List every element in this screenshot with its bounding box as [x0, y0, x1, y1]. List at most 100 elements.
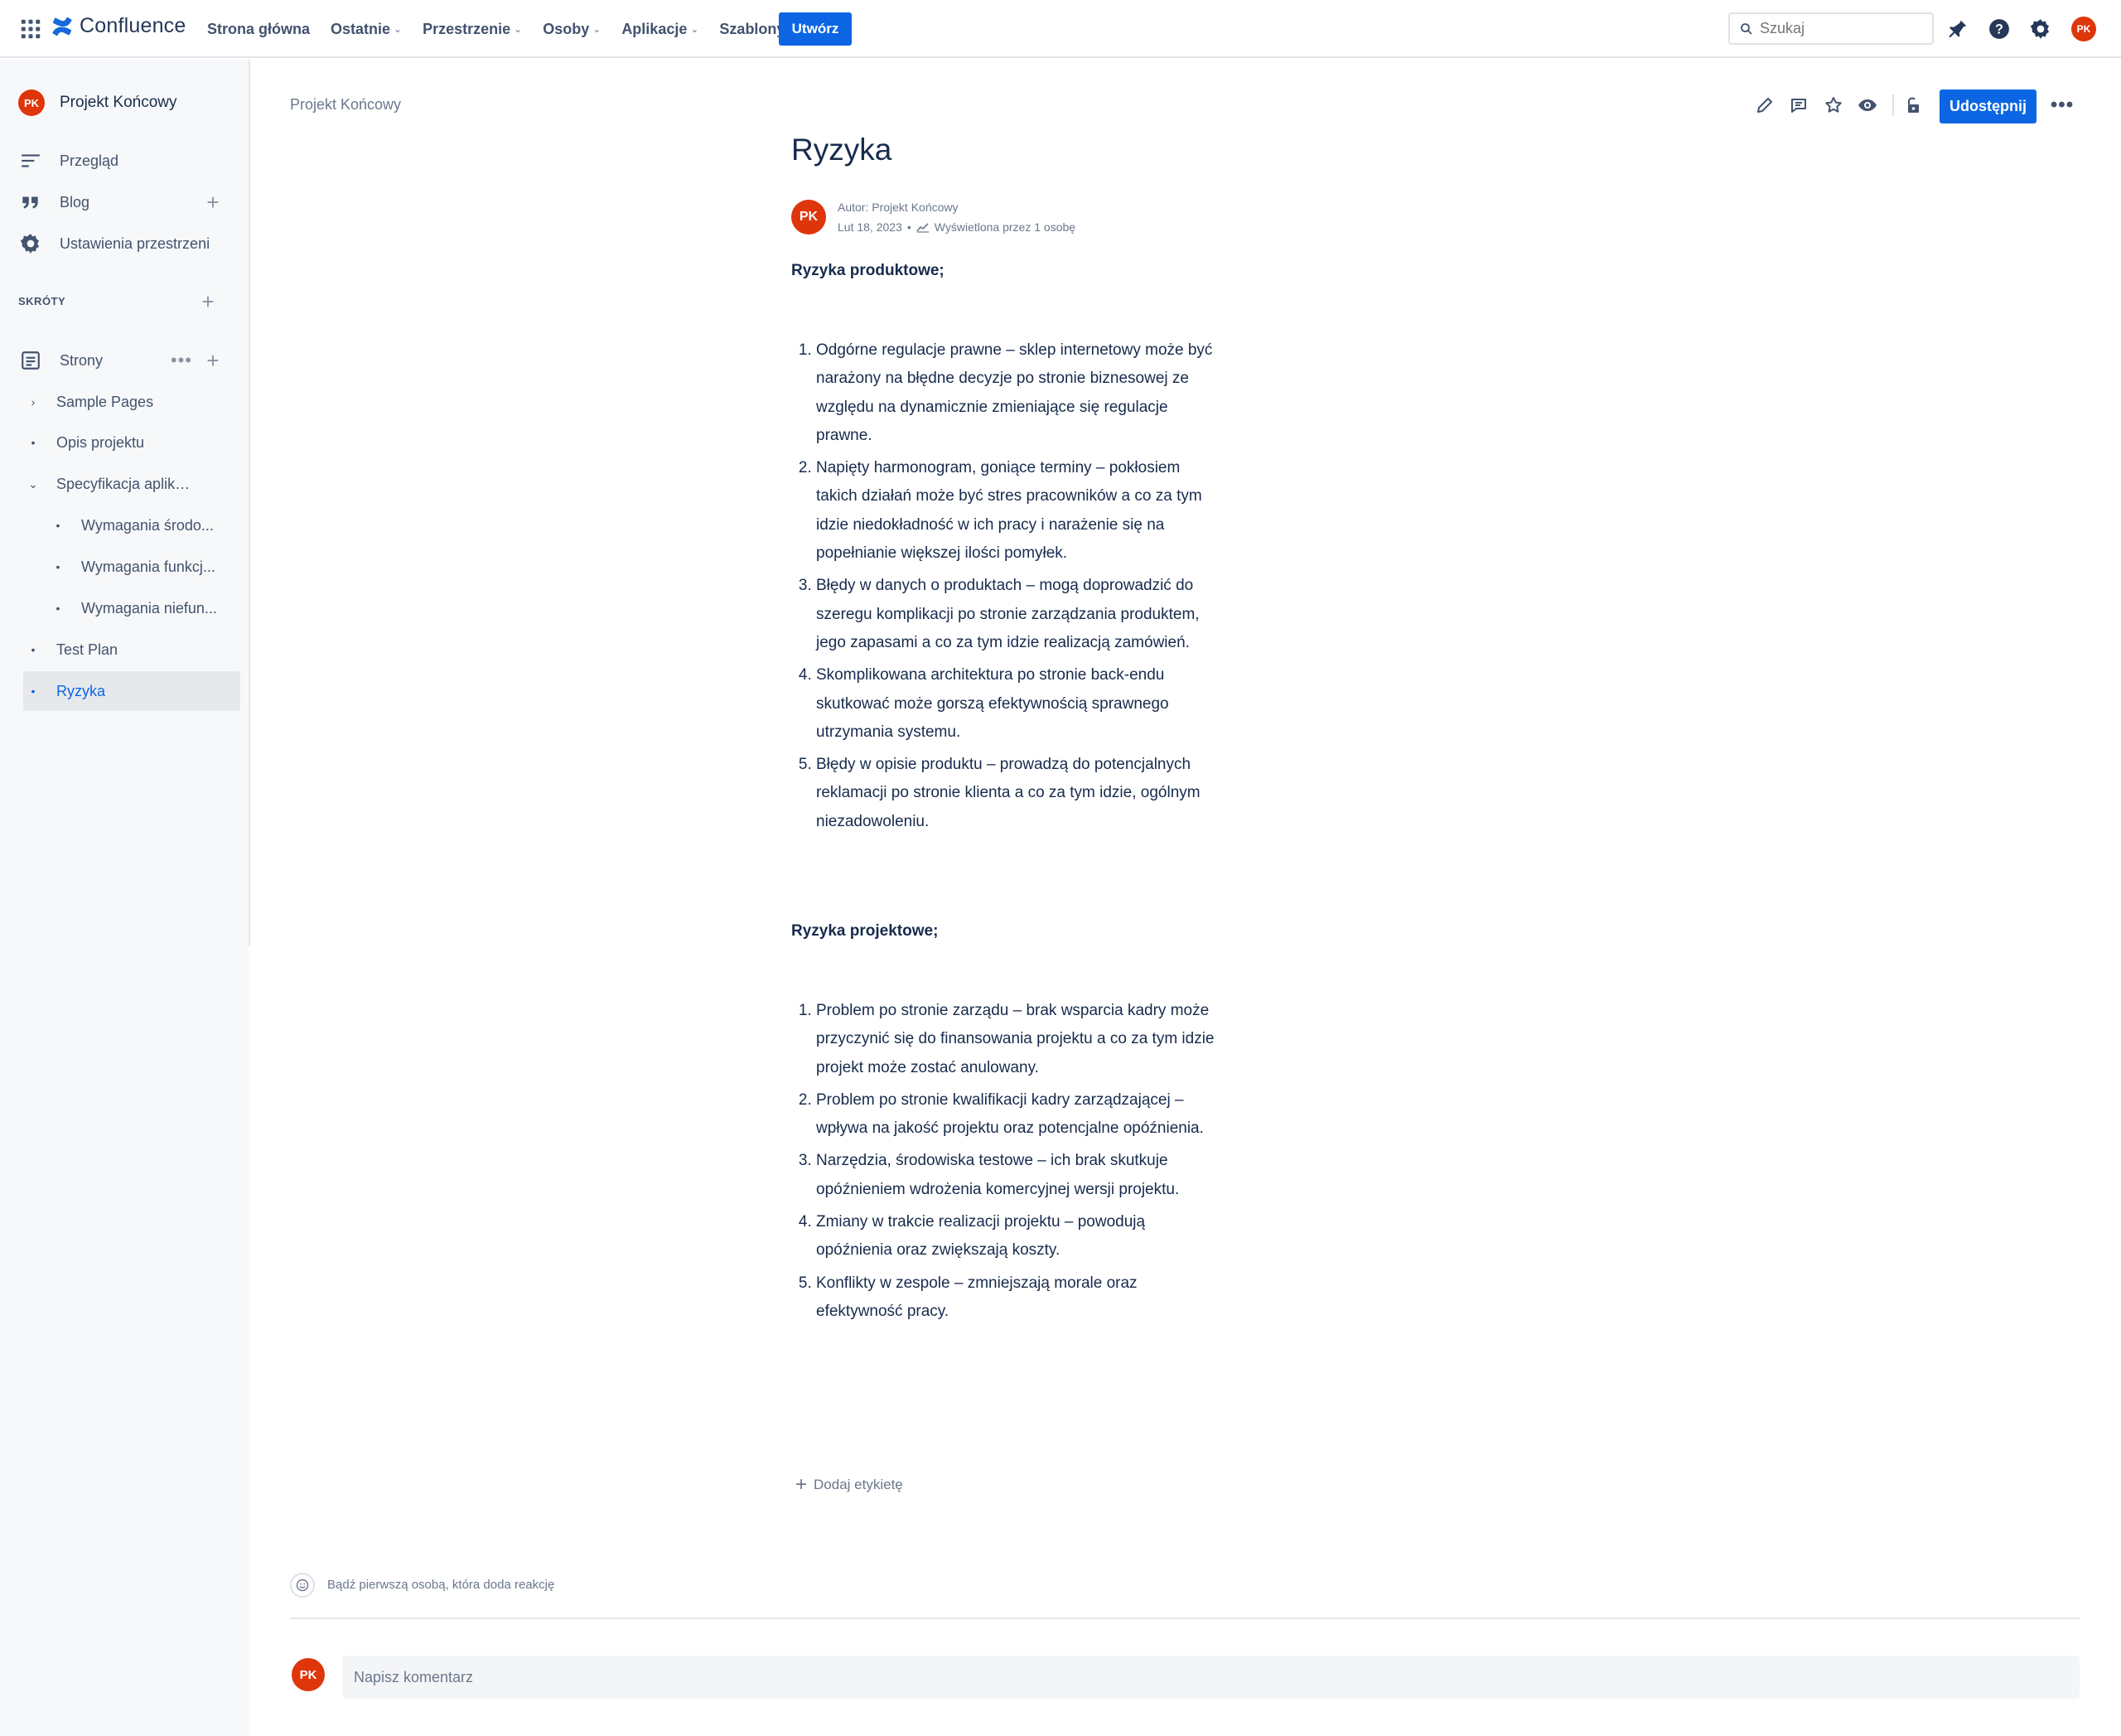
search-icon	[1741, 22, 1752, 35]
plus-icon: +	[795, 1473, 808, 1496]
tree-item-test-plan[interactable]: • Test Plan	[23, 630, 240, 670]
search-input[interactable]	[1760, 20, 1917, 37]
nav-recent[interactable]: Ostatnie ⌄	[331, 21, 402, 38]
more-options-icon[interactable]: •••	[2050, 93, 2075, 118]
shortcuts-label: SKRÓTY	[18, 295, 66, 307]
list-item: Konflikty w zespole – zmniejszają morale…	[816, 1269, 1222, 1327]
confluence-logo[interactable]: Confluence	[51, 14, 186, 38]
sidebar-item-overview[interactable]: Przegląd	[18, 144, 240, 177]
list-item: Problem po stronie zarządu – brak wsparc…	[816, 997, 1222, 1082]
top-navigation: Confluence Strona główna Ostatnie ⌄ Przes…	[0, 0, 2121, 58]
tree-item-wymagania-funkcjonalne[interactable]: • Wymagania funkcj...	[48, 547, 240, 587]
tree-item-label: Specyfikacja aplikacji	[56, 475, 197, 492]
tree-item-label: Sample Pages	[56, 393, 154, 410]
share-button[interactable]: Udostępnij	[1940, 89, 2036, 123]
list-item: Narzędzia, środowiska testowe – ich brak…	[816, 1147, 1222, 1204]
space-header[interactable]: PK Projekt Końcowy	[18, 89, 177, 116]
main-menu: Strona główna Ostatnie ⌄ Przestrzenie ⌄ Os…	[207, 0, 805, 58]
star-icon[interactable]	[1821, 93, 1846, 118]
divider	[290, 1618, 2080, 1619]
tree-item-ryzyka[interactable]: • Ryzyka	[23, 671, 240, 711]
chevron-right-icon[interactable]: ›	[23, 395, 43, 409]
space-name: Projekt Końcowy	[60, 94, 177, 111]
overview-icon	[18, 148, 43, 173]
project-risks-list: Problem po stronie zarządu – brak wsparc…	[791, 997, 1222, 1330]
watch-eye-icon[interactable]	[1855, 93, 1880, 118]
add-page-icon[interactable]: +	[204, 350, 222, 371]
quote-icon	[18, 190, 43, 215]
nav-home-label: Strona główna	[207, 20, 311, 37]
notifications-icon[interactable]	[1945, 17, 1970, 41]
author-avatar[interactable]: PK	[791, 200, 826, 235]
tree-item-opis-projektu[interactable]: • Opis projektu	[23, 423, 240, 462]
create-button[interactable]: Utwórz	[779, 12, 852, 46]
sidebar-item-label: Ustawienia przestrzeni	[60, 235, 210, 252]
nav-home[interactable]: Strona główna	[207, 21, 310, 38]
app-switcher-icon[interactable]	[18, 17, 43, 41]
project-risks-heading: Ryzyka projektowe;	[791, 922, 939, 940]
tree-item-sample-pages[interactable]: › Sample Pages	[23, 382, 240, 422]
sidebar-item-blog[interactable]: Blog +	[18, 186, 240, 219]
analytics-icon	[916, 223, 929, 233]
tree-item-label: Test Plan	[56, 641, 118, 658]
list-item: Problem po stronie kwalifikacji kadry za…	[816, 1086, 1222, 1144]
help-icon[interactable]: ?	[1987, 17, 2012, 41]
separator-dot: •	[906, 220, 911, 234]
space-avatar: PK	[18, 89, 45, 116]
bullet-icon: •	[31, 684, 36, 698]
tree-item-label: Wymagania środo...	[81, 516, 214, 534]
user-avatar[interactable]: PK	[2071, 17, 2096, 41]
nav-templates-label: Szablony	[719, 20, 785, 37]
nav-spaces[interactable]: Przestrzenie ⌄	[423, 21, 522, 38]
bullet-icon: •	[31, 643, 36, 656]
action-divider	[1892, 94, 1894, 116]
nav-people-label: Osoby	[543, 20, 590, 37]
settings-gear-icon[interactable]	[2028, 17, 2053, 41]
product-risks-heading: Ryzyka produktowe;	[791, 262, 945, 279]
add-shortcut-button[interactable]: +	[194, 285, 227, 318]
sidebar: PK Projekt Końcowy Przegląd Blog + Ustaw…	[0, 60, 249, 1736]
page-byline: PK Autor: Projekt Końcowy Lut 18, 2023 •…	[791, 197, 1075, 237]
page-title: Ryzyka	[791, 133, 892, 167]
restrictions-lock-icon[interactable]	[1901, 93, 1925, 118]
add-blog-icon[interactable]: +	[204, 191, 222, 213]
chevron-down-icon[interactable]: ⌄	[23, 477, 43, 491]
tree-item-label: Wymagania niefun...	[81, 599, 217, 617]
gear-icon	[18, 231, 43, 256]
commenter-avatar: PK	[292, 1658, 325, 1691]
nav-apps[interactable]: Aplikacje ⌄	[621, 21, 698, 38]
search-box[interactable]	[1728, 12, 1934, 45]
nav-people[interactable]: Osoby ⌄	[543, 21, 601, 38]
breadcrumb[interactable]: Projekt Końcowy	[290, 96, 401, 114]
sidebar-resize-handle[interactable]	[249, 60, 250, 946]
edit-pencil-icon[interactable]	[1752, 93, 1777, 118]
add-reaction-button[interactable]	[290, 1573, 315, 1598]
pages-icon	[18, 348, 43, 373]
list-item: Odgórne regulacje prawne – sklep interne…	[816, 336, 1222, 450]
nav-recent-label: Ostatnie	[331, 20, 391, 37]
sidebar-item-label: Strony	[60, 351, 104, 369]
comment-icon[interactable]	[1786, 93, 1811, 118]
more-actions-icon[interactable]: •••	[171, 350, 192, 371]
tree-item-wymagania-srodowiskowe[interactable]: • Wymagania środo...	[48, 505, 240, 545]
product-risks-list: Odgórne regulacje prawne – sklep interne…	[791, 336, 1222, 840]
confluence-logo-icon	[52, 17, 72, 36]
bullet-icon: •	[56, 519, 60, 532]
tree-item-wymagania-niefunkcjonalne[interactable]: • Wymagania niefun...	[48, 588, 240, 628]
bullet-icon: •	[56, 602, 60, 615]
app-name: Confluence	[80, 14, 186, 37]
sidebar-item-space-settings[interactable]: Ustawienia przestrzeni	[18, 227, 240, 260]
byline-meta: Lut 18, 2023 • Wyświetlona przez 1 osobę	[838, 217, 1075, 237]
page-views[interactable]: Wyświetlona przez 1 osobę	[935, 217, 1075, 237]
plus-icon: +	[201, 289, 215, 314]
sidebar-item-label: Przegląd	[60, 152, 119, 169]
add-label-button[interactable]: + Dodaj etykietę	[795, 1475, 903, 1495]
author-line[interactable]: Autor: Projekt Końcowy	[838, 197, 1075, 217]
nav-templates[interactable]: Szablony	[719, 21, 785, 38]
tree-item-specyfikacja[interactable]: ⌄ Specyfikacja aplikacji	[23, 464, 240, 504]
byline-text: Autor: Projekt Końcowy Lut 18, 2023 • Wy…	[838, 197, 1075, 237]
comment-input[interactable]: Napisz komentarz	[342, 1656, 2080, 1699]
page-date: Lut 18, 2023	[838, 220, 902, 234]
sidebar-item-pages[interactable]: Strony ••• +	[18, 344, 240, 377]
page-content: Ryzyka	[791, 133, 1222, 167]
